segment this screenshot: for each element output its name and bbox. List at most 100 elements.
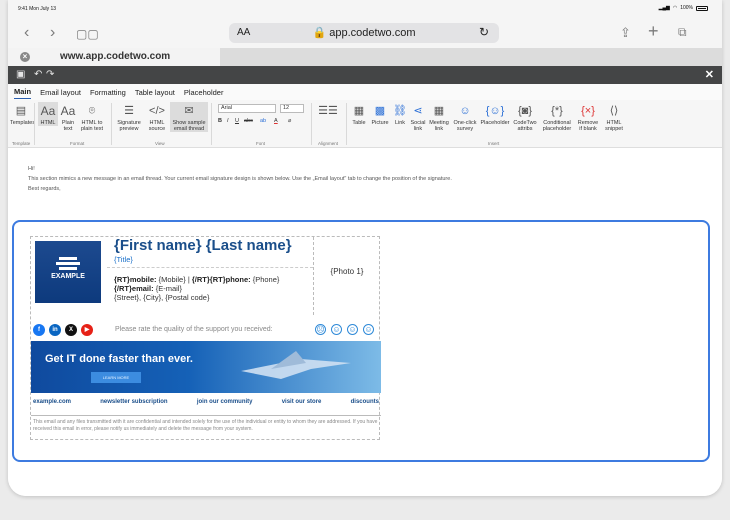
phone-label: {/RT}{RT}phone:: [191, 275, 251, 284]
address-bar[interactable]: AA 🔒 app.codetwo.com ↻: [229, 23, 499, 43]
linkedin-icon[interactable]: in: [49, 324, 61, 336]
contact-block[interactable]: {RT}mobile: {Mobile} | {/RT}{RT}phone: {…: [114, 275, 279, 302]
reload-icon[interactable]: ↻: [479, 25, 489, 39]
tab-email-layout[interactable]: Email layout: [40, 86, 81, 99]
tab-formatting[interactable]: Formatting: [90, 86, 126, 99]
placeholder-button[interactable]: {☺} Placeholder: [480, 102, 510, 127]
survey-button[interactable]: ☺ One-click survey: [452, 102, 478, 133]
forward-icon[interactable]: ›: [50, 24, 55, 42]
contact-line-phones: {RT}mobile: {Mobile} | {/RT}{RT}phone: {…: [114, 275, 279, 284]
divider: [311, 103, 312, 145]
ribbon-tabs: Main Email layout Formatting Table layou…: [8, 84, 722, 100]
tab-table-layout[interactable]: Table layout: [135, 86, 175, 99]
close-tab-icon[interactable]: ×: [20, 52, 30, 62]
signature-preview-label: Signature preview: [117, 120, 141, 132]
signature-title[interactable]: {Title}: [114, 255, 133, 264]
browser-tab[interactable]: × www.app.codetwo.com: [8, 48, 220, 66]
meeting-link-button[interactable]: ▦ Meeting link: [428, 102, 450, 133]
plain-text-button[interactable]: Aa Plain text: [60, 102, 76, 132]
link-community[interactable]: join our community: [197, 399, 253, 413]
divider: [346, 103, 347, 145]
facebook-icon[interactable]: f: [33, 324, 45, 336]
back-icon[interactable]: ‹: [24, 24, 29, 42]
link-label: Link: [394, 120, 406, 126]
photo-placeholder[interactable]: {Photo 1}: [313, 267, 381, 276]
status-time: 9:41 Mon July 13: [18, 6, 57, 12]
learn-more-button[interactable]: LEARN MORE: [91, 372, 141, 383]
logo-mark-icon: [56, 257, 80, 270]
bookmarks-icon[interactable]: ▢▢: [76, 27, 99, 41]
promo-banner[interactable]: Get IT done faster than ever. LEARN MORE: [31, 341, 381, 393]
remove-if-blank-button[interactable]: {×} Remove if blank: [576, 102, 600, 133]
signature-card[interactable]: EXAMPLE {First name} {Last name} {Title}…: [30, 236, 381, 440]
plain-text-icon: Aa: [60, 104, 76, 118]
group-alignment: Alignment: [318, 141, 339, 146]
tab-placeholder[interactable]: Placeholder: [184, 86, 224, 99]
unhappy-icon[interactable]: ☺: [331, 324, 342, 335]
link-store[interactable]: visit our store: [282, 399, 322, 413]
new-tab-icon[interactable]: +: [648, 21, 659, 42]
banner-headline: Get IT done faster than ever.: [45, 353, 193, 365]
remove-icon: {×}: [581, 105, 595, 117]
happy-icon[interactable]: ☺: [347, 324, 358, 335]
undo-icon[interactable]: ↶: [34, 69, 42, 80]
share-nodes-icon: ⋖: [413, 105, 423, 117]
snippet-icon: ⟨⟩: [609, 105, 619, 117]
remove-if-blank-label: Remove if blank: [577, 120, 599, 132]
font-select[interactable]: Arial: [218, 104, 276, 113]
tab-main[interactable]: Main: [14, 85, 32, 99]
conditional-label: Conditional placeholder: [542, 120, 572, 132]
divider: [111, 103, 112, 145]
youtube-icon[interactable]: ▶: [81, 324, 93, 336]
group-template: Template: [12, 141, 31, 146]
link-button[interactable]: ⛓ Link: [392, 102, 408, 127]
disclaimer[interactable]: This email and any files transmitted wit…: [31, 417, 381, 435]
company-logo[interactable]: EXAMPLE: [35, 241, 101, 303]
placeholder-icon: {☺}: [485, 105, 505, 117]
html-source-button[interactable]: </> HTML source: [146, 102, 168, 133]
codetwo-attribs-button[interactable]: {◙} CodeTwo attribs: [512, 102, 538, 133]
html-snippet-button[interactable]: ⟨⟩ HTML snippet: [602, 102, 626, 133]
mobile-label: {RT}mobile:: [114, 275, 157, 284]
very-unhappy-icon[interactable]: ☹: [315, 324, 326, 335]
app-title-bar: ▣ ↶ ↷ ✕: [8, 66, 722, 84]
underline-button[interactable]: U: [235, 118, 239, 124]
save-icon[interactable]: ▣: [16, 69, 25, 80]
templates-icon: ▤: [15, 105, 27, 117]
very-happy-icon[interactable]: ☺: [363, 324, 374, 335]
font-color-button[interactable]: A: [274, 118, 278, 124]
signature-name[interactable]: {First name} {Last name}: [114, 237, 292, 254]
preview-body-text: This section mimics a new message in an …: [28, 176, 452, 182]
font-size-select[interactable]: 12: [280, 104, 304, 113]
highlight-button[interactable]: ab: [260, 118, 266, 124]
html-button[interactable]: Aa HTML: [38, 102, 58, 126]
status-icons: ▂▄▆ ◠ 100%: [659, 5, 708, 11]
alignment-buttons[interactable]: ☰☰: [315, 102, 341, 120]
strike-button[interactable]: abc: [244, 118, 253, 124]
templates-label: Templates: [10, 120, 36, 126]
templates-button[interactable]: ▤ Templates: [10, 102, 36, 127]
redo-icon[interactable]: ↷: [46, 69, 54, 80]
link-example[interactable]: example.com: [33, 399, 71, 413]
clear-format-icon[interactable]: ⌀: [288, 118, 291, 124]
html-to-plain-button[interactable]: ⌾ HTML to plain text: [78, 102, 106, 133]
thread-icon: ✉: [184, 105, 194, 117]
phone-value: {Phone}: [252, 275, 280, 284]
close-editor-icon[interactable]: ✕: [705, 68, 714, 81]
italic-button[interactable]: I: [227, 118, 229, 124]
tabs-overview-icon[interactable]: ⧉: [678, 25, 687, 40]
social-link-button[interactable]: ⋖ Social link: [410, 102, 426, 133]
table-label: Table: [352, 120, 366, 126]
bold-button[interactable]: B: [218, 118, 222, 124]
table-button[interactable]: ▦ Table: [350, 102, 368, 127]
signature-preview-button[interactable]: ☰ Signature preview: [114, 102, 144, 133]
link-newsletter[interactable]: newsletter subscription: [100, 399, 167, 413]
signature-editor-frame[interactable]: EXAMPLE {First name} {Last name} {Title}…: [12, 220, 710, 462]
x-icon[interactable]: X: [65, 324, 77, 336]
share-icon[interactable]: ⇪: [620, 25, 631, 41]
link-discounts[interactable]: discounts: [351, 399, 379, 413]
show-sample-button[interactable]: ✉ Show sample email thread: [170, 102, 208, 132]
divider: [211, 103, 212, 145]
conditional-placeholder-button[interactable]: {*} Conditional placeholder: [540, 102, 574, 133]
picture-button[interactable]: ▩ Picture: [370, 102, 390, 127]
